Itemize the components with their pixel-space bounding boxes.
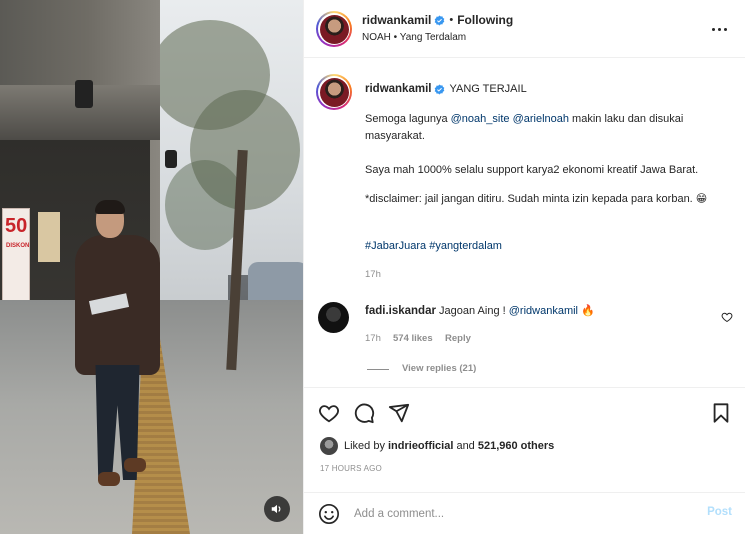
commenter-avatar-image <box>318 302 349 333</box>
author-username[interactable]: ridwankamil <box>362 13 431 27</box>
mention-link[interactable]: @arielnoah <box>513 113 569 125</box>
view-replies-button[interactable]: View replies (21) <box>402 363 476 374</box>
video-shoe <box>124 458 146 472</box>
verified-badge-icon <box>435 83 445 95</box>
comment-like-count[interactable]: 574 likes <box>393 333 433 344</box>
post-header: ridwankamil • Following NOAH • Yang Terd… <box>304 0 745 58</box>
sound-toggle-button[interactable] <box>264 496 290 522</box>
audio-track-link[interactable]: NOAH • Yang Terdalam <box>362 32 466 43</box>
video-street-lamp <box>165 150 177 168</box>
liker-username[interactable]: indrieofficial <box>388 440 453 452</box>
likes-prefix: Liked by <box>344 440 385 452</box>
video-sign-number: 50 <box>5 215 28 237</box>
caption-title: YANG TERJAIL <box>449 83 527 95</box>
comment-text: Jagoan Aing ! <box>439 305 509 317</box>
caption-header: ridwankamil YANG TERJAIL <box>365 83 527 95</box>
caption-timestamp[interactable]: 17h <box>365 269 381 280</box>
mention-link[interactable]: @ridwankamil <box>509 305 578 317</box>
caption-author-avatar[interactable] <box>316 74 352 110</box>
comment-reply-button[interactable]: Reply <box>445 333 471 344</box>
verified-badge-icon <box>435 14 445 26</box>
author-line: ridwankamil • Following <box>362 13 513 27</box>
caption-paragraph-3: *disclaimer: jail jangan ditiru. Sudah m… <box>365 193 708 205</box>
follow-status-button[interactable]: Following <box>457 13 513 27</box>
author-avatar-image <box>319 14 349 44</box>
commenter-avatar[interactable] <box>318 302 349 333</box>
comment-like-heart-icon[interactable] <box>721 311 733 323</box>
post-details-panel: ridwankamil • Following NOAH • Yang Terd… <box>303 0 745 534</box>
mention-link[interactable]: @noah_site <box>451 113 510 125</box>
likes-summary: Liked by indrieofficial and 521,960 othe… <box>320 437 554 455</box>
video-sign-label: DISKON <box>6 243 30 249</box>
share-icon[interactable] <box>388 402 410 424</box>
video-poster <box>38 212 60 262</box>
comment-icon[interactable] <box>353 402 375 424</box>
caption-paragraph-1: Semoga lagunya @noah_site @arielnoah mak… <box>365 111 735 145</box>
video-shoe <box>98 472 120 486</box>
likes-middle: and <box>453 440 478 452</box>
view-replies-line <box>367 369 389 370</box>
caption-author-avatar-image <box>319 77 349 107</box>
comment-body: fadi.iskandar Jagoan Aing ! @ridwankamil… <box>365 303 715 319</box>
likes-count-button[interactable]: 521,960 others <box>478 440 554 452</box>
speaker-icon <box>271 504 281 514</box>
liker-avatar[interactable] <box>320 437 338 455</box>
author-avatar[interactable] <box>316 11 352 47</box>
bookmark-icon[interactable] <box>710 402 732 424</box>
comment-input-bar: Post <box>304 492 745 534</box>
separator-dot: • <box>449 14 454 26</box>
video-person-hair <box>95 200 125 214</box>
heart-icon[interactable] <box>318 402 340 424</box>
caption-text: Semoga lagunya <box>365 113 451 125</box>
add-comment-input[interactable] <box>354 505 684 523</box>
post-timestamp[interactable]: 17 HOURS AGO <box>320 464 382 473</box>
more-options-icon[interactable] <box>712 22 730 36</box>
video-street-lamp <box>75 80 93 108</box>
commenter-username[interactable]: fadi.iskandar <box>365 305 436 317</box>
post-action-bar <box>304 387 745 433</box>
caption-paragraph-2: Saya mah 1000% selalu support karya2 eko… <box>365 164 699 176</box>
comment-emoji: 🔥 <box>581 305 595 317</box>
emoji-icon[interactable] <box>318 503 340 525</box>
caption-author-username[interactable]: ridwankamil <box>365 83 431 95</box>
post-video[interactable]: 50 DISKON <box>0 0 303 534</box>
post-comment-button[interactable]: Post <box>707 506 732 518</box>
comment-timestamp[interactable]: 17h <box>365 333 381 344</box>
caption-hashtags[interactable]: #JabarJuara #yangterdalam <box>365 238 735 255</box>
